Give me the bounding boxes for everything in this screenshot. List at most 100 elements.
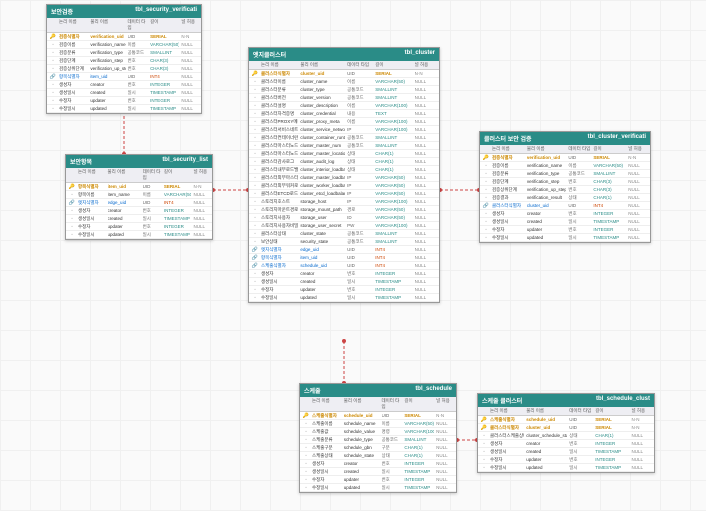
table-row[interactable]: ◦수정자updater번호INTEGERNULL bbox=[66, 223, 212, 231]
table-row[interactable]: ◦생성자creator번호INTEGERNULL bbox=[249, 270, 439, 278]
table-row[interactable]: ◦검증단계verification_step번호CHAR(3)NULL bbox=[47, 57, 201, 65]
table-row[interactable]: ◦클러스터ETCD로드밸런서cluster_etcd_loadbalancerI… bbox=[249, 190, 439, 198]
table-row[interactable]: ◦클러스터버전cluster_version공통코드SMALLINTNULL bbox=[249, 94, 439, 102]
table-row[interactable]: ◦생성일시created일시TIMESTAMPNULL bbox=[249, 278, 439, 286]
table-row[interactable]: ◦클러스터컨테이너런타임cluster_container_runtime공통코… bbox=[249, 134, 439, 142]
logical-name: 클러스터설명 bbox=[261, 103, 298, 109]
column-header-cell: 물리 이름 bbox=[526, 408, 567, 414]
entity-table[interactable]: 엣지클러스터tbl_cluster논리 이름물리 이름데이터 타입길이널 허용🔑… bbox=[248, 47, 440, 303]
table-row[interactable]: ◦클러스터외부마스터로드밸런서cluster_master_loadbalanc… bbox=[249, 174, 439, 182]
data-type: VARCHAR(50) bbox=[375, 183, 412, 188]
data-type: TIMESTAMP bbox=[593, 235, 626, 240]
table-row[interactable]: ◦수정자updater번호INTEGERNULL bbox=[478, 456, 654, 464]
table-row[interactable]: ◦클러스터마스터노드위치cluster_master_location상태CHA… bbox=[249, 150, 439, 158]
column-header-cell bbox=[480, 408, 488, 414]
table-row[interactable]: ◦클러스터PROXY메타정보cluster_proxy_meta이름VARCHA… bbox=[249, 118, 439, 126]
table-row[interactable]: 🔗클러스터식별자cluster_uidUIDINT4NULL bbox=[480, 202, 650, 210]
table-row[interactable]: 🔑검증식별자verification_uidUIDSERIALN·N bbox=[480, 154, 650, 162]
entity-table[interactable]: 보안항목tbl_security_list논리 이름물리 이름데이터 타입길이널… bbox=[65, 154, 213, 240]
table-row[interactable]: 🔑스케줄식별자schedule_uidUIDSERIALN·N bbox=[478, 416, 654, 424]
table-row[interactable]: ◦클러스터분류cluster_type공통코드SMALLINTNULL bbox=[249, 86, 439, 94]
table-row[interactable]: ◦스토리지호스트storage_hostIPVARCHAR(100)NULL bbox=[249, 198, 439, 206]
table-row[interactable]: 🔑스케줄식별자schedule_uidUIDSERIALN·N bbox=[300, 412, 456, 420]
table-row[interactable]: ◦검증분류verification_type공통코드SMALLINTNULL bbox=[480, 170, 650, 178]
table-row[interactable]: ◦보안상태security_state공통코드SMALLINTNULL bbox=[249, 238, 439, 246]
table-row[interactable]: ◦생성일시created일시TIMESTAMPNULL bbox=[47, 89, 201, 97]
table-row[interactable]: ◦클러스터설명cluster_description이름VARCHAR(100)… bbox=[249, 102, 439, 110]
null-flag: NULL bbox=[415, 151, 437, 156]
table-row[interactable]: 🔗스케줄식별자schedule_uidUIDINT4NULL bbox=[249, 262, 439, 270]
entity-table[interactable]: 보안검증tbl_security_verificati논리 이름물리 이름데이터… bbox=[46, 4, 202, 114]
table-row[interactable]: ◦클러스터상태cluster_state공통코드SMALLINTNULL bbox=[249, 230, 439, 238]
table-row[interactable]: ◦생성자creator번호INTEGERNULL bbox=[478, 440, 654, 448]
table-row[interactable]: ◦클러스터감사로그cluster_audit_log상태CHAR(1)NULL bbox=[249, 158, 439, 166]
table-row[interactable]: ◦클러스터자격증명cluster_credential내용TEXTNULL bbox=[249, 110, 439, 118]
table-row[interactable]: 🔗엣지식별자edge_uidUIDINT4NULL bbox=[66, 199, 212, 207]
table-row[interactable]: ◦클러스터이름cluster_name이름VARCHAR(50)NULL bbox=[249, 78, 439, 86]
table-header[interactable]: 클러스터 보안 검증tbl_cluster_verificati bbox=[480, 132, 650, 145]
table-title-physical: tbl_security_verificati bbox=[135, 7, 197, 16]
table-row[interactable]: ◦검증단계verification_step번호CHAR(3)NULL bbox=[480, 178, 650, 186]
table-row[interactable]: 🔗항목식별자item_uidUIDINT4NULL bbox=[47, 73, 201, 81]
table-row[interactable]: ◦수정일시updated일시TIMESTAMPNULL bbox=[478, 464, 654, 472]
table-row[interactable]: ◦생성자creator번호INTEGERNULL bbox=[66, 207, 212, 215]
physical-name: cluster_state bbox=[300, 231, 345, 236]
table-row[interactable]: ◦항목이름item_name이름VARCHAR(50)NULL bbox=[66, 191, 212, 199]
table-row[interactable]: ◦수정자updater번호INTEGERNULL bbox=[47, 97, 201, 105]
table-row[interactable]: ◦스토리지사용자storage_userIDVARCHAR(50)NULL bbox=[249, 214, 439, 222]
table-row[interactable]: 🔑검증식별자verification_uidUIDSERIALN·N bbox=[47, 33, 201, 41]
table-row[interactable]: ◦생성자creator번호INTEGERNULL bbox=[47, 81, 201, 89]
table-row[interactable]: 🔑클러스터식별자cluster_uidUIDSERIALN·N bbox=[249, 70, 439, 78]
entity-table[interactable]: 스케줄 클러스터tbl_schedule_clust논리 이름물리 이름데이터 … bbox=[477, 393, 655, 473]
table-row[interactable]: ◦수정일시updated일시TIMESTAMPNULL bbox=[47, 105, 201, 113]
table-row[interactable]: 🔗항목식별자item_uidUIDINT4NULL bbox=[249, 254, 439, 262]
physical-name: cluster_uid bbox=[526, 425, 567, 430]
table-row[interactable]: ◦생성일시created일시TIMESTAMPNULL bbox=[478, 448, 654, 456]
table-row[interactable]: ◦클러스터서비스네트워크cluster_service_networkIPVAR… bbox=[249, 126, 439, 134]
table-row[interactable]: ◦클러스터내부로드밸런서cluster_interior_loadbalance… bbox=[249, 166, 439, 174]
table-row[interactable]: ◦스케줄구분schedule_gbn구분CHAR(1)NULL bbox=[300, 444, 456, 452]
table-row[interactable]: ◦생성자creator번호INTEGERNULL bbox=[480, 210, 650, 218]
table-row[interactable]: ◦수정일시updated일시TIMESTAMPNULL bbox=[300, 484, 456, 492]
table-header[interactable]: 엣지클러스터tbl_cluster bbox=[249, 48, 439, 61]
table-row[interactable]: 🔑항목식별자item_uidUIDSERIALN·N bbox=[66, 183, 212, 191]
table-row[interactable]: ◦검증결과verification_result상태CHAR(1)NULL bbox=[480, 194, 650, 202]
table-row[interactable]: ◦스케줄값schedule_value명령VARCHAR(100)NULL bbox=[300, 428, 456, 436]
table-row[interactable]: ◦검증분류verification_type공통코드SMALLINTNULL bbox=[47, 49, 201, 57]
table-row[interactable]: ◦생성일시created일시TIMESTAMPNULL bbox=[480, 218, 650, 226]
table-header[interactable]: 보안검증tbl_security_verificati bbox=[47, 5, 201, 18]
table-row[interactable]: ◦클러스터마스터노드수cluster_master_num공통코드SMALLIN… bbox=[249, 142, 439, 150]
table-header[interactable]: 스케줄tbl_schedule bbox=[300, 384, 456, 397]
table-row[interactable]: ◦생성일시created일시TIMESTAMPNULL bbox=[66, 215, 212, 223]
table-row[interactable]: ◦수정일시updated일시TIMESTAMPNULL bbox=[66, 231, 212, 239]
logical-name: 생성자 bbox=[78, 208, 106, 214]
table-header[interactable]: 스케줄 클러스터tbl_schedule_clust bbox=[478, 394, 654, 407]
table-row[interactable]: 🔑클러스터식별자cluster_uidUIDSERIALN·N bbox=[478, 424, 654, 432]
table-row[interactable]: ◦수정일시updated일시TIMESTAMPNULL bbox=[249, 294, 439, 302]
table-row[interactable]: 🔗엣지식별자edge_uidUIDINT4NULL bbox=[249, 246, 439, 254]
table-row[interactable]: ◦스토리지마운트경로storage_mount_path경로VARCHAR(50… bbox=[249, 206, 439, 214]
table-row[interactable]: ◦수정자updater번호INTEGERNULL bbox=[300, 476, 456, 484]
table-row[interactable]: ◦수정자updater번호INTEGERNULL bbox=[249, 286, 439, 294]
table-header[interactable]: 보안항목tbl_security_list bbox=[66, 155, 212, 168]
table-row[interactable]: ◦검증상위단계verification_up_step번호CHAR(3)NULL bbox=[480, 186, 650, 194]
physical-name: verification_step bbox=[90, 58, 125, 63]
table-row[interactable]: ◦스케줄이름schedule_name이름VARCHAR(50)NULL bbox=[300, 420, 456, 428]
table-row[interactable]: ◦스토리지사용자비밀storage_user_secretPWVARCHAR(1… bbox=[249, 222, 439, 230]
table-row[interactable]: ◦검증이름verification_name이름VARCHAR(50)NULL bbox=[47, 41, 201, 49]
null-flag: NULL bbox=[415, 279, 437, 284]
table-row[interactable]: ◦스케줄상태schedule_state상태CHAR(1)NULL bbox=[300, 452, 456, 460]
entity-table[interactable]: 스케줄tbl_schedule논리 이름물리 이름데이터 타입길이널 허용🔑스케… bbox=[299, 383, 457, 493]
table-row[interactable]: ◦생성자creator번호INTEGERNULL bbox=[300, 460, 456, 468]
table-row[interactable]: ◦수정일시updated일시TIMESTAMPNULL bbox=[480, 234, 650, 242]
table-row[interactable]: ◦수정자updater번호INTEGERNULL bbox=[480, 226, 650, 234]
table-row[interactable]: ◦검증이름verification_name이름VARCHAR(50)NULL bbox=[480, 162, 650, 170]
table-row[interactable]: ◦검증상위단계verification_up_step번호CHAR(3)NULL bbox=[47, 65, 201, 73]
table-row[interactable]: ◦스케줄분류schedule_type공통코드SMALLINTNULL bbox=[300, 436, 456, 444]
entity-table[interactable]: 클러스터 보안 검증tbl_cluster_verificati논리 이름물리 … bbox=[479, 131, 651, 243]
table-row[interactable]: ◦클러스터스케줄상태cluster_schedule_state상태CHAR(1… bbox=[478, 432, 654, 440]
table-row[interactable]: ◦생성일시created일시TIMESTAMPNULL bbox=[300, 468, 456, 476]
logical-name: 보안상태 bbox=[261, 239, 298, 245]
data-type: CHAR(3) bbox=[593, 179, 626, 184]
table-row[interactable]: ◦클러스터외부워커로드밸런서cluster_worker_loadbalance… bbox=[249, 182, 439, 190]
